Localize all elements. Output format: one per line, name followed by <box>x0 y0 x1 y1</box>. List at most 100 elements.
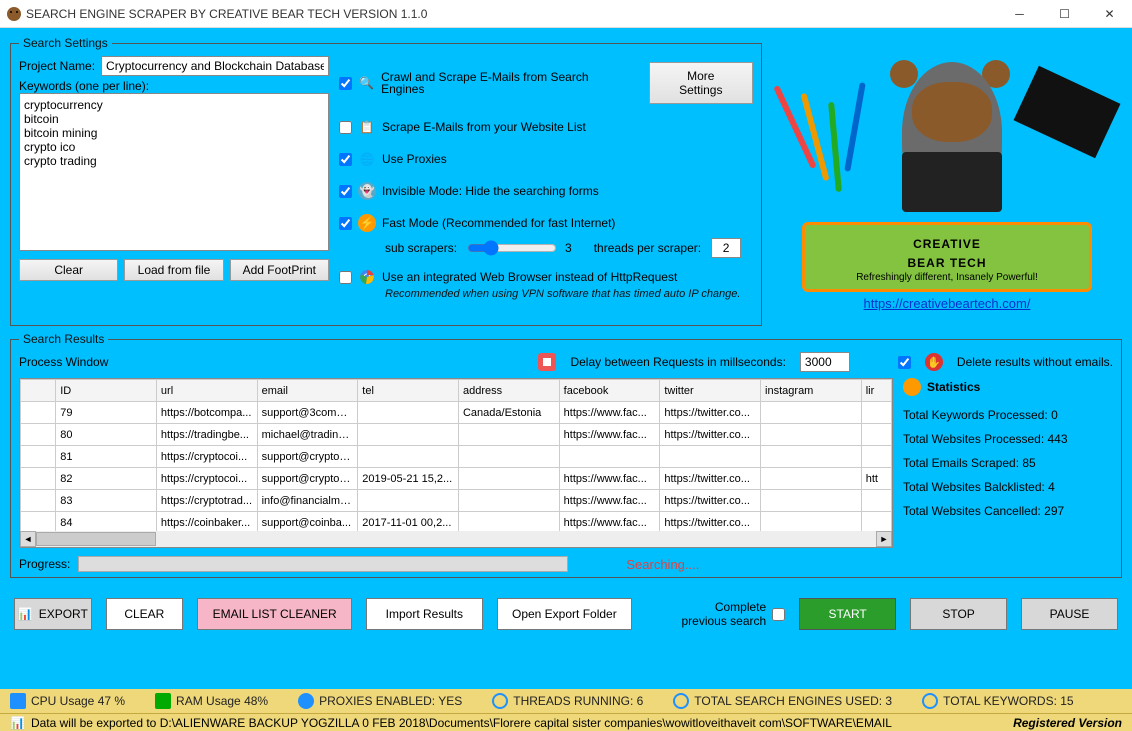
ram-usage: RAM Usage 48% <box>176 694 268 708</box>
process-window-label: Process Window <box>19 355 108 369</box>
keywords-textarea[interactable] <box>19 93 329 251</box>
stop-button[interactable]: STOP <box>910 598 1007 630</box>
logo-tagline: Refreshingly different, Insanely Powerfu… <box>856 272 1038 283</box>
open-export-folder-button[interactable]: Open Export Folder <box>497 598 633 630</box>
search-results-group: Search Results Process Window Delay betw… <box>10 332 1122 578</box>
table-row[interactable]: 83https://cryptotrad...info@financialma.… <box>21 490 892 512</box>
sub-scrapers-value: 3 <box>565 241 572 255</box>
column-header[interactable]: address <box>458 380 559 402</box>
proxy-status-icon <box>298 693 314 709</box>
results-table[interactable]: IDurlemailteladdressfacebooktwitterinsta… <box>20 379 892 534</box>
export-button[interactable]: 📊EXPORT <box>14 598 92 630</box>
sub-scrapers-label: sub scrapers: <box>385 241 457 255</box>
browser-label: Use an integrated Web Browser instead of… <box>382 271 677 283</box>
complete-prev-label: Complete previous search <box>666 600 766 628</box>
clear-button[interactable]: CLEAR <box>106 598 184 630</box>
scroll-thumb[interactable] <box>36 532 156 546</box>
threads-status: THREADS RUNNING: 6 <box>513 694 643 708</box>
ram-icon <box>155 693 171 709</box>
threads-per-scraper-input[interactable] <box>711 238 741 258</box>
ghost-icon: 👻 <box>358 182 376 200</box>
minimize-button[interactable]: ─ <box>997 0 1042 28</box>
column-header[interactable]: url <box>156 380 257 402</box>
column-header[interactable]: tel <box>358 380 459 402</box>
column-header[interactable]: ID <box>56 380 157 402</box>
maximize-button[interactable]: ☐ <box>1042 0 1087 28</box>
progress-bar <box>78 556 568 572</box>
status-bar: CPU Usage 47 % RAM Usage 48% PROXIES ENA… <box>0 689 1132 713</box>
proxies-status: PROXIES ENABLED: YES <box>319 694 462 708</box>
table-row[interactable]: 80https://tradingbe...michael@trading...… <box>21 424 892 446</box>
stat-blacklisted: Total Websites Balcklisted: 4 <box>903 480 1113 494</box>
delete-no-email-label: Delete results without emails. <box>957 355 1113 369</box>
keywords-label: Keywords (one per line): <box>19 79 149 93</box>
chrome-icon <box>358 268 376 286</box>
browser-checkbox[interactable] <box>339 271 352 284</box>
clear-keywords-button[interactable]: Clear <box>19 259 118 281</box>
search-results-legend: Search Results <box>19 332 108 346</box>
browser-note: Recommended when using VPN software that… <box>385 288 753 300</box>
cpu-icon <box>10 693 26 709</box>
fast-mode-checkbox[interactable] <box>339 217 352 230</box>
threads-per-scraper-label: threads per scraper: <box>594 241 701 255</box>
keywords-status: TOTAL KEYWORDS: 15 <box>943 694 1073 708</box>
lightning-icon: ⚡ <box>358 214 376 232</box>
scroll-left-arrow[interactable]: ◄ <box>20 531 36 547</box>
cpu-usage: CPU Usage 47 % <box>31 694 125 708</box>
list-icon: 📋 <box>358 118 376 136</box>
results-table-wrap: IDurlemailteladdressfacebooktwitterinsta… <box>19 378 893 548</box>
more-settings-button[interactable]: More Settings <box>649 62 753 104</box>
logo-image: CREATIVE BEAR TECH Refreshingly differen… <box>782 52 1112 292</box>
logo-link[interactable]: https://creativebeartech.com/ <box>864 296 1031 311</box>
delay-label: Delay between Requests in millseconds: <box>570 355 785 369</box>
search-settings-legend: Search Settings <box>19 36 112 50</box>
registered-version: Registered Version <box>1013 716 1122 730</box>
scrape-list-label: Scrape E-Mails from your Website List <box>382 121 586 133</box>
stats-icon <box>903 378 921 396</box>
close-button[interactable]: ✕ <box>1087 0 1132 28</box>
use-proxies-checkbox[interactable] <box>339 153 352 166</box>
logo-text-2: BEAR TECH <box>907 256 986 270</box>
logo-text-1: CREATIVE <box>913 237 981 251</box>
scroll-right-arrow[interactable]: ► <box>876 531 892 547</box>
invisible-label: Invisible Mode: Hide the searching forms <box>382 185 599 197</box>
column-header[interactable]: lir <box>861 380 891 402</box>
crawl-label: Crawl and Scrape E-Mails from Search Eng… <box>381 71 623 95</box>
engines-status: TOTAL SEARCH ENGINES USED: 3 <box>694 694 892 708</box>
horizontal-scrollbar[interactable]: ◄ ► <box>20 531 892 547</box>
column-header[interactable]: instagram <box>761 380 862 402</box>
invisible-checkbox[interactable] <box>339 185 352 198</box>
search-settings-group: Search Settings Project Name: Keywords (… <box>10 36 762 326</box>
threads-icon <box>492 693 508 709</box>
start-button[interactable]: START <box>799 598 896 630</box>
scrape-list-checkbox[interactable] <box>339 121 352 134</box>
stats-title: Statistics <box>927 380 980 394</box>
email-list-cleaner-button[interactable]: EMAIL LIST CLEANER <box>197 598 352 630</box>
logo-area: CREATIVE BEAR TECH Refreshingly differen… <box>772 36 1122 326</box>
column-header[interactable] <box>21 380 56 402</box>
load-from-file-button[interactable]: Load from file <box>124 259 223 281</box>
sub-scrapers-slider[interactable] <box>467 240 557 256</box>
add-footprint-button[interactable]: Add FootPrint <box>230 259 329 281</box>
column-header[interactable]: facebook <box>559 380 660 402</box>
delete-no-email-checkbox[interactable] <box>898 356 911 369</box>
searching-text: Searching.... <box>626 557 699 572</box>
use-proxies-label: Use Proxies <box>382 153 447 165</box>
complete-prev-checkbox[interactable] <box>772 608 785 621</box>
globe-icon: 🌐 <box>358 150 376 168</box>
table-row[interactable]: 81https://cryptocoi...support@cryptotr..… <box>21 446 892 468</box>
export-icon: 📊 <box>18 607 33 621</box>
project-name-input[interactable] <box>101 56 329 76</box>
table-row[interactable]: 82https://cryptocoi...support@cryptoc...… <box>21 468 892 490</box>
keywords-status-icon <box>922 693 938 709</box>
delay-input[interactable] <box>800 352 850 372</box>
stat-keywords: Total Keywords Processed: 0 <box>903 408 1113 422</box>
pause-button[interactable]: PAUSE <box>1021 598 1118 630</box>
crawl-checkbox[interactable] <box>339 77 352 90</box>
stat-emails: Total Emails Scraped: 85 <box>903 456 1113 470</box>
table-row[interactable]: 79https://botcompa...support@3comm...Can… <box>21 402 892 424</box>
excel-icon: 📊 <box>10 716 25 730</box>
import-results-button[interactable]: Import Results <box>366 598 482 630</box>
column-header[interactable]: twitter <box>660 380 761 402</box>
column-header[interactable]: email <box>257 380 358 402</box>
